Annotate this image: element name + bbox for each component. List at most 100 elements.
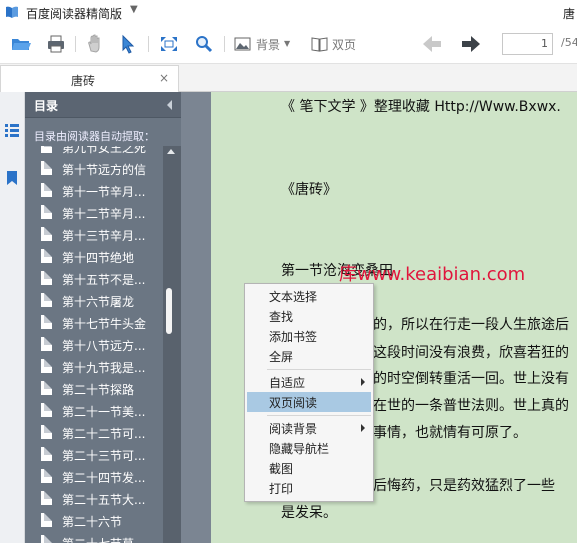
title-bar: 百度阅读器精简版 ▼ 唐 <box>0 0 577 26</box>
page-line: 这段时间没有浪费，欣喜若狂的 <box>373 345 569 361</box>
fit-screen-icon[interactable] <box>158 34 180 54</box>
toc-item[interactable]: 第十八节远方... <box>41 334 163 356</box>
toolbar-separator <box>75 36 76 52</box>
title-right-text: 唐 <box>562 7 575 21</box>
document-tab[interactable]: 唐砖 × <box>0 65 179 92</box>
toc-item[interactable]: 第十七节牛头金 <box>41 312 163 334</box>
menu-item-add-bookmark[interactable]: 添加书签 <box>247 326 371 346</box>
tab-label: 唐砖 <box>71 74 96 88</box>
toc-item[interactable]: 第十二节辛月... <box>41 202 163 224</box>
toc-item[interactable]: 第十九节我是... <box>41 356 163 378</box>
menu-separator <box>267 369 371 370</box>
toc-item[interactable]: 第二十二节可... <box>41 422 163 444</box>
submenu-arrow-icon <box>361 378 365 386</box>
menu-item-dual-page[interactable]: 双页阅读 <box>247 392 371 412</box>
toc-list: 第九节女王之死 第十节远方的信 第十一节辛月... 第十二节辛月... 第十三节… <box>25 146 163 543</box>
scrollbar-thumb[interactable] <box>166 288 172 334</box>
page-line: 是发呆。 <box>281 505 337 521</box>
toc-item[interactable]: 第二十六节 <box>41 510 163 532</box>
toc-item[interactable]: 第二十三节可... <box>41 444 163 466</box>
toc-item[interactable]: 第十节远方的信 <box>41 158 163 180</box>
bookmark-icon[interactable] <box>4 170 20 186</box>
toolbar-separator <box>224 36 225 52</box>
document-icon <box>41 425 52 439</box>
close-icon[interactable]: × <box>159 71 169 85</box>
toc-item[interactable]: 第二十节探路 <box>41 378 163 400</box>
side-icon-strip <box>0 92 25 543</box>
app-title: 百度阅读器精简版 <box>26 7 123 21</box>
tab-bar: 唐砖 × <box>0 64 577 92</box>
document-icon <box>41 359 52 373</box>
document-icon <box>41 293 52 307</box>
document-icon <box>41 161 52 175</box>
toc-item[interactable]: 第十一节辛月... <box>41 180 163 202</box>
document-icon <box>41 205 52 219</box>
menu-item-print[interactable]: 打印 <box>247 478 371 498</box>
toc-item[interactable]: 第九节女王之死 <box>41 146 163 158</box>
page-line: 后悔药，只是药效猛烈了一些 <box>373 478 555 494</box>
toc-note: 目录由阅读器自动提取： <box>34 130 155 143</box>
document-icon <box>41 469 52 483</box>
baidu-reader-logo-icon <box>6 6 18 18</box>
document-icon <box>41 271 52 285</box>
document-icon <box>41 403 52 417</box>
document-icon <box>41 447 52 461</box>
toc-header: 目录 <box>25 92 181 118</box>
document-icon <box>41 249 52 263</box>
toc-title: 目录 <box>34 99 59 113</box>
list-icon[interactable] <box>4 122 20 138</box>
chevron-down-icon[interactable]: ▼ <box>284 39 290 48</box>
toc-item[interactable]: 第二十七节草... <box>41 532 163 543</box>
open-book-icon[interactable] <box>309 34 331 54</box>
page-total: /54 <box>561 36 577 49</box>
menu-separator <box>267 415 371 416</box>
document-icon <box>41 535 52 543</box>
scroll-up-icon[interactable] <box>167 149 175 154</box>
document-icon <box>41 146 52 153</box>
hand-icon[interactable] <box>84 34 106 54</box>
document-icon <box>41 491 52 505</box>
page-line: 的，所以在行走一段人生旅途后 <box>373 317 569 333</box>
toc-item[interactable]: 第十五节不是... <box>41 268 163 290</box>
menu-item-auto-fit[interactable]: 自适应 <box>247 372 371 392</box>
toc-item[interactable]: 第十三节辛月... <box>41 224 163 246</box>
page-line: 的时空倒转重活一回。世上没有 <box>373 371 569 387</box>
arrow-left-icon[interactable] <box>420 34 444 54</box>
toc-item[interactable]: 第十四节绝地 <box>41 246 163 268</box>
toc-sidebar: 目录 目录由阅读器自动提取： 第九节女王之死 第十节远方的信 第十一节辛月...… <box>25 92 181 543</box>
page-line: 《 笔下文学 》整理收藏 Http://Www.Bxwx. <box>281 99 561 115</box>
menu-item-fullscreen[interactable]: 全屏 <box>247 346 371 366</box>
menu-item-screenshot[interactable]: 截图 <box>247 458 371 478</box>
background-image-icon[interactable] <box>232 34 254 54</box>
menu-item-hide-navbar[interactable]: 隐藏导航栏 <box>247 438 371 458</box>
toc-scrollbar[interactable] <box>163 146 181 543</box>
page-gutter <box>181 92 211 543</box>
menu-item-find[interactable]: 查找 <box>247 306 371 326</box>
menu-item-reading-background[interactable]: 阅读背景 <box>247 418 371 438</box>
page-line: 《唐砖》 <box>281 182 337 198</box>
menu-item-text-select[interactable]: 文本选择 <box>247 286 371 306</box>
toc-item[interactable]: 第二十一节美... <box>41 400 163 422</box>
page-line: 事情，也就情有可原了。 <box>373 425 527 441</box>
document-icon <box>41 227 52 241</box>
document-icon <box>41 183 52 197</box>
document-icon <box>41 315 52 329</box>
zoom-icon[interactable] <box>193 34 215 54</box>
context-menu: 文本选择 查找 添加书签 全屏 自适应 双页阅读 阅读背景 隐藏导航栏 截图 打… <box>244 283 374 502</box>
background-button-label[interactable]: 背景 <box>256 36 280 53</box>
collapse-sidebar-icon[interactable] <box>167 100 172 110</box>
printer-icon[interactable] <box>45 34 67 54</box>
toolbar-separator <box>148 36 149 52</box>
dual-page-button-label[interactable]: 双页 <box>332 36 356 53</box>
toc-item[interactable]: 第二十四节发... <box>41 466 163 488</box>
toc-item[interactable]: 第十六节屠龙 <box>41 290 163 312</box>
submenu-arrow-icon <box>361 424 365 432</box>
page-number-input[interactable]: 1 <box>502 33 553 55</box>
folder-open-icon[interactable] <box>10 34 32 54</box>
arrow-right-icon[interactable] <box>459 34 483 54</box>
select-cursor-icon[interactable] <box>118 34 140 54</box>
document-icon <box>41 337 52 351</box>
toc-item[interactable]: 第二十五节大... <box>41 488 163 510</box>
page-line: 在世的一条普世法则。世上真的 <box>373 398 569 414</box>
title-dropdown-icon[interactable]: ▼ <box>130 4 138 15</box>
